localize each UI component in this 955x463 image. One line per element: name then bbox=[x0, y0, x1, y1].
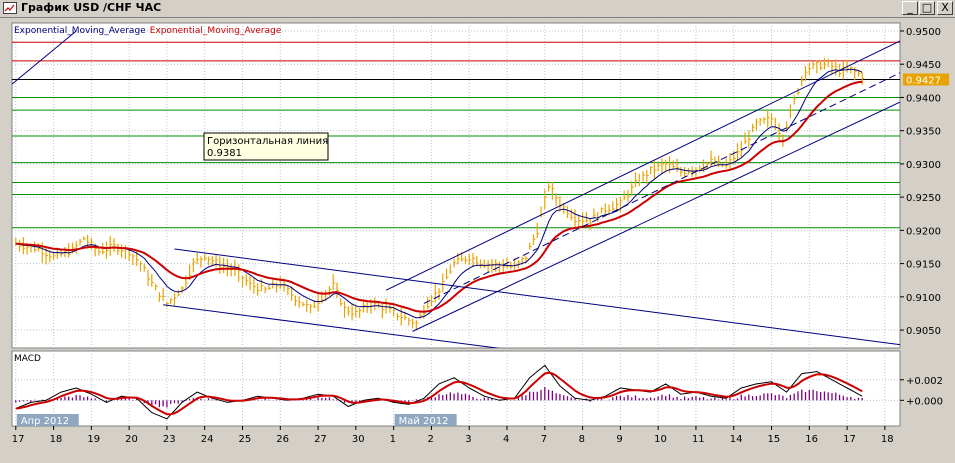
x-tick-label: 14 bbox=[730, 434, 743, 445]
x-tick-label: 17 bbox=[12, 434, 25, 445]
x-tick-label: 17 bbox=[843, 434, 856, 445]
macd-y-tick-label: +0.002 bbox=[906, 376, 943, 387]
x-tick-label: 10 bbox=[654, 434, 667, 445]
y-tick-label: 0.9350 bbox=[906, 127, 941, 138]
chart-window: График USD /CHF ЧАС _ □ X 0.9500 0.9450 0.… bbox=[0, 0, 955, 463]
ema-fast-legend: Exponential_Moving_Average bbox=[14, 26, 146, 36]
x-tick-label: 18 bbox=[50, 434, 63, 445]
window-title: График USD /CHF ЧАС bbox=[21, 1, 162, 14]
month-tag-label: Апр 2012 bbox=[21, 416, 69, 427]
chart-app-icon bbox=[3, 2, 17, 14]
y-tick-label: 0.9200 bbox=[906, 226, 941, 237]
x-tick-label: 25 bbox=[239, 434, 252, 445]
annotation-title: Горизонтальная линия bbox=[207, 136, 328, 147]
close-button[interactable]: X bbox=[937, 1, 953, 15]
x-tick-label: 11 bbox=[692, 434, 705, 445]
x-tick-label: 4 bbox=[503, 434, 509, 445]
ema-slow-legend: Exponential_Moving_Average bbox=[150, 26, 282, 36]
month-tag-label: Май 2012 bbox=[399, 416, 449, 427]
x-tick-label: 1 bbox=[390, 434, 396, 445]
y-tick-label: 0.9300 bbox=[906, 160, 941, 171]
chart-area[interactable]: 0.9500 0.9450 0.9400 0.9350 0.9300 0.9250 0.92… bbox=[0, 18, 955, 463]
macd-label: MACD bbox=[14, 354, 41, 364]
macd-y-tick-label: +0.000 bbox=[906, 396, 943, 407]
x-tick-label: 20 bbox=[125, 434, 138, 445]
maximize-button[interactable]: □ bbox=[919, 1, 935, 15]
y-tick-label: 0.9050 bbox=[906, 326, 941, 337]
y-tick-label: 0.9100 bbox=[906, 293, 941, 304]
y-tick-label: 0.9450 bbox=[906, 60, 941, 71]
x-tick-label: 23 bbox=[163, 434, 176, 445]
x-tick-label: 9 bbox=[616, 434, 622, 445]
x-tick-label: 24 bbox=[201, 434, 214, 445]
x-tick-label: 8 bbox=[579, 434, 585, 445]
x-tick-label: 7 bbox=[541, 434, 547, 445]
y-tick-label: 0.9250 bbox=[906, 193, 941, 204]
x-tick-label: 16 bbox=[805, 434, 818, 445]
x-tick-label: 27 bbox=[314, 434, 327, 445]
x-tick-label: 3 bbox=[465, 434, 471, 445]
x-tick-label: 19 bbox=[87, 434, 100, 445]
minimize-button[interactable]: _ bbox=[902, 1, 918, 15]
x-tick-label: 26 bbox=[276, 434, 289, 445]
y-tick-label: 0.9400 bbox=[906, 93, 941, 104]
current-price-label: 0.9427 bbox=[906, 75, 941, 86]
x-tick-label: 30 bbox=[352, 434, 365, 445]
x-tick-label: 2 bbox=[427, 434, 433, 445]
annotation-value: 0.9381 bbox=[207, 148, 242, 159]
title-bar[interactable]: График USD /CHF ЧАС _ □ X bbox=[0, 0, 955, 18]
x-tick-label: 18 bbox=[881, 434, 894, 445]
main-panel bbox=[11, 22, 901, 349]
x-tick-label: 15 bbox=[768, 434, 781, 445]
y-tick-label: 0.9500 bbox=[906, 27, 941, 38]
y-tick-label: 0.9150 bbox=[906, 260, 941, 271]
